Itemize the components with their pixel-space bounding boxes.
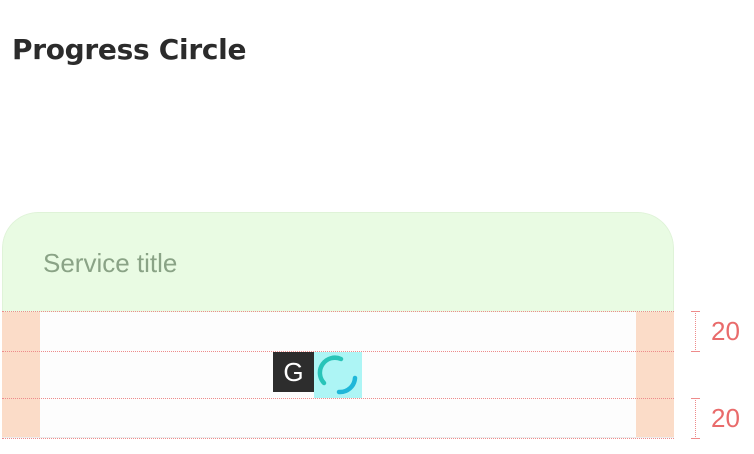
guide-line [2,398,674,399]
spacing-measure-bottom [688,398,702,439]
guide-line [2,311,674,312]
right-padding-highlight [636,312,674,438]
service-card: Service title [2,212,674,438]
page-title: Progress Circle [12,33,247,66]
left-padding-highlight [2,312,40,438]
spacing-label-bottom: 20 [711,403,740,433]
spacing-label-top: 20 [711,316,740,346]
progress-circle [314,352,362,398]
card-header: Service title [2,212,674,312]
guide-badge: G [273,352,314,392]
progress-circle-icon [317,355,358,395]
spacing-measure-top [688,311,702,352]
guide-line [2,438,674,439]
service-title: Service title [43,248,178,278]
